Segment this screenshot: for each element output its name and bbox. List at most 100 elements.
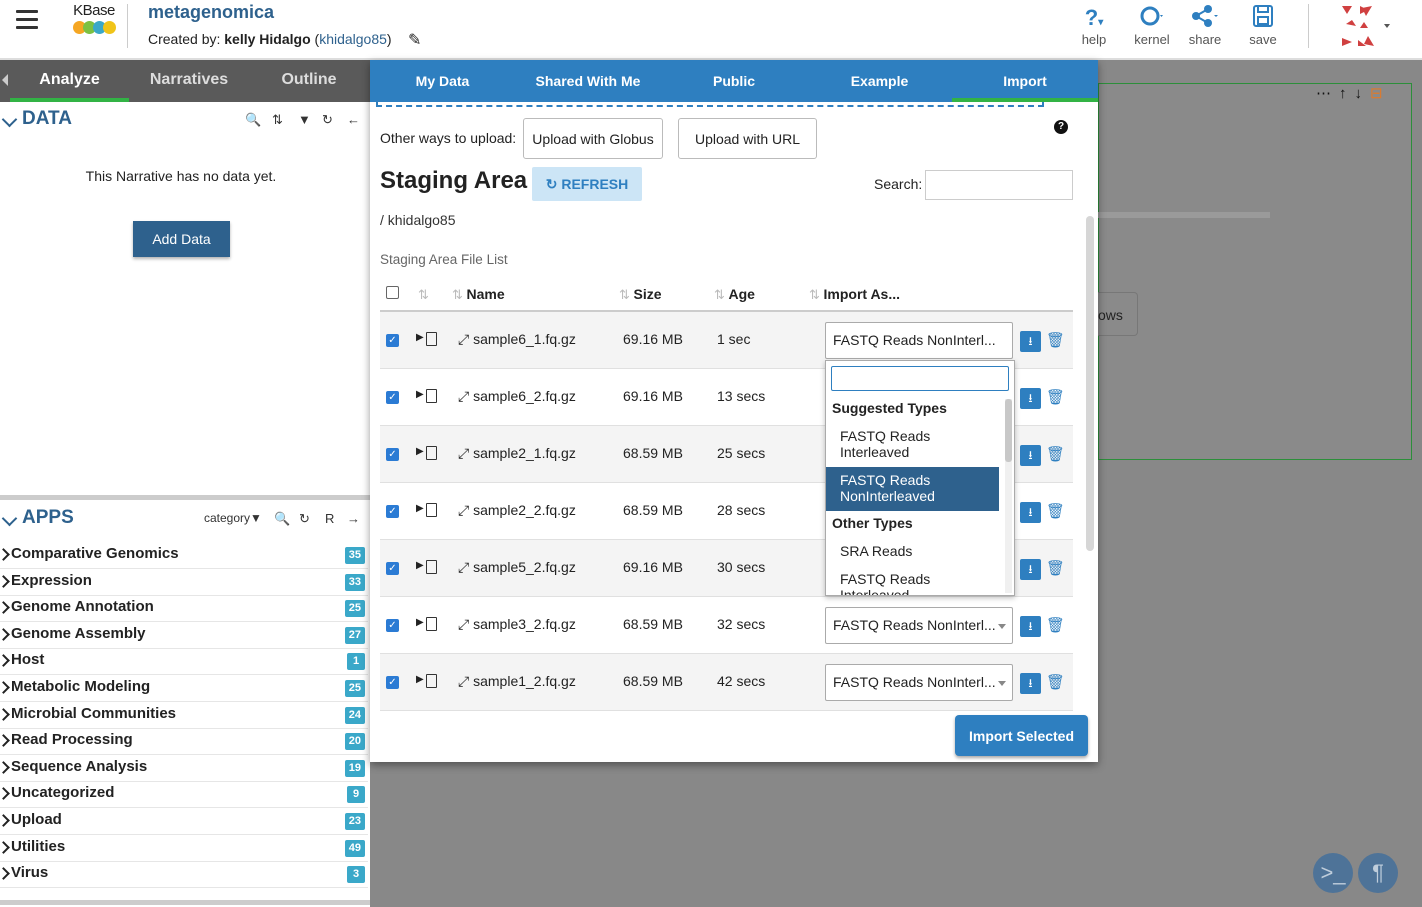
row-checkbox[interactable]: ✓ bbox=[386, 562, 399, 575]
arrow-left-icon[interactable]: ← bbox=[347, 112, 360, 127]
narrative-title[interactable]: metagenomica bbox=[148, 2, 274, 23]
arrow-right-icon[interactable]: → bbox=[347, 511, 360, 526]
import-as-select[interactable]: FASTQ Reads NonInterl... bbox=[825, 607, 1013, 644]
trash-icon[interactable]: 🗑 bbox=[1046, 673, 1065, 691]
panel-divider[interactable] bbox=[0, 495, 370, 500]
file-name[interactable]: ⤢ sample2_2.fq.gz bbox=[458, 502, 576, 519]
dropdown-search-input[interactable] bbox=[831, 366, 1009, 391]
file-name[interactable]: ⤢ sample3_2.fq.gz bbox=[458, 616, 576, 633]
column-header-import-as[interactable]: ⇅ Import As... bbox=[809, 286, 900, 303]
markdown-fab-icon[interactable]: ¶ bbox=[1358, 853, 1398, 893]
tab-shared-with-me[interactable]: Shared With Me bbox=[515, 60, 661, 102]
select-all-checkbox[interactable] bbox=[386, 286, 399, 299]
r-icon[interactable]: R bbox=[325, 511, 334, 526]
user-avatar-icon[interactable] bbox=[1338, 4, 1394, 48]
owner-user-link[interactable]: khidalgo85 bbox=[319, 31, 387, 47]
download-icon[interactable]: ⭳ bbox=[1020, 502, 1041, 523]
column-header-name[interactable]: ⇅ Name bbox=[452, 286, 505, 303]
rows-button[interactable]: ows bbox=[1098, 292, 1138, 336]
download-icon[interactable]: ⭳ bbox=[1020, 559, 1041, 580]
import-selected-button[interactable]: Import Selected bbox=[955, 715, 1088, 756]
tab-public[interactable]: Public bbox=[661, 60, 807, 102]
file-name[interactable]: ⤢ sample1_2.fq.gz bbox=[458, 673, 576, 690]
help-question-icon[interactable]: ? bbox=[1054, 120, 1068, 134]
app-category-item[interactable]: Utilities 49 bbox=[0, 835, 368, 862]
sort-icon[interactable]: ⇅ bbox=[272, 112, 283, 128]
row-checkbox[interactable]: ✓ bbox=[386, 334, 399, 347]
app-category-item[interactable]: Read Processing 20 bbox=[0, 728, 368, 756]
chevron-down-icon[interactable] bbox=[1, 111, 18, 128]
app-category-item[interactable]: Microbial Communities 24 bbox=[0, 702, 368, 729]
expand-row-icon[interactable]: ▶ bbox=[416, 332, 424, 343]
expand-row-icon[interactable]: ▶ bbox=[416, 446, 424, 457]
search-icon[interactable]: 🔍 bbox=[245, 112, 261, 128]
trash-icon[interactable]: 🗑 bbox=[1046, 502, 1065, 520]
expand-row-icon[interactable]: ▶ bbox=[416, 674, 424, 685]
tab-my-data[interactable]: My Data bbox=[370, 60, 515, 102]
help-button[interactable]: ?▾ help bbox=[1069, 4, 1119, 47]
trash-icon[interactable]: 🗑 bbox=[1046, 616, 1065, 634]
dropdown-scrollbar[interactable] bbox=[1005, 399, 1012, 593]
edit-title-pencil-icon[interactable]: ✎ bbox=[408, 30, 421, 50]
staging-search-input[interactable] bbox=[925, 170, 1073, 200]
column-header-size[interactable]: ⇅ Size bbox=[619, 286, 662, 303]
app-category-item[interactable]: Upload 23 bbox=[0, 808, 368, 835]
tab-outline[interactable]: Outline bbox=[249, 60, 369, 102]
dropdown-option[interactable]: FASTQ Reads Interleaved bbox=[826, 428, 999, 472]
trash-icon[interactable]: 🗑 bbox=[1046, 559, 1065, 577]
refresh-icon[interactable]: ↻ bbox=[299, 511, 310, 527]
row-checkbox[interactable]: ✓ bbox=[386, 505, 399, 518]
expand-row-icon[interactable]: ▶ bbox=[416, 389, 424, 400]
app-category-item[interactable]: Host 1 bbox=[0, 648, 368, 676]
app-category-item[interactable]: Comparative Genomics 35 bbox=[0, 542, 368, 569]
hamburger-menu-icon[interactable] bbox=[16, 10, 38, 30]
refresh-button[interactable]: ↻ REFRESH bbox=[532, 167, 642, 201]
import-as-select[interactable]: FASTQ Reads NonInterl... bbox=[825, 322, 1013, 359]
upload-with-globus-button[interactable]: Upload with Globus bbox=[523, 118, 663, 159]
move-up-icon[interactable]: ↑ bbox=[1339, 85, 1355, 102]
upload-with-url-button[interactable]: Upload with URL bbox=[678, 118, 817, 159]
trash-icon[interactable]: 🗑 bbox=[1046, 331, 1065, 349]
import-as-select[interactable]: FASTQ Reads NonInterl... bbox=[825, 664, 1013, 701]
app-category-item[interactable]: Sequence Analysis 19 bbox=[0, 755, 368, 782]
app-category-item[interactable]: Uncategorized 9 bbox=[0, 781, 368, 809]
row-checkbox[interactable]: ✓ bbox=[386, 676, 399, 689]
file-name[interactable]: ⤢ sample6_2.fq.gz bbox=[458, 388, 576, 405]
column-header-age[interactable]: ⇅ Age bbox=[714, 286, 755, 303]
expand-row-icon[interactable]: ▶ bbox=[416, 560, 424, 571]
kernel-button[interactable]: kernel bbox=[1127, 4, 1177, 47]
file-name[interactable]: ⤢ sample5_2.fq.gz bbox=[458, 559, 576, 576]
share-button[interactable]: share bbox=[1180, 4, 1230, 47]
category-filter[interactable]: category▼ bbox=[204, 511, 262, 525]
trash-icon[interactable]: 🗑 bbox=[1046, 388, 1065, 406]
trash-icon[interactable]: 🗑 bbox=[1046, 445, 1065, 463]
row-checkbox[interactable]: ✓ bbox=[386, 391, 399, 404]
chevron-down-icon[interactable] bbox=[1, 510, 18, 527]
save-button[interactable]: save bbox=[1238, 4, 1288, 47]
search-icon[interactable]: 🔍 bbox=[274, 511, 290, 527]
terminal-fab-icon[interactable]: >_ bbox=[1313, 853, 1353, 893]
dropdown-option[interactable]: FASTQ Reads Interleaved bbox=[826, 571, 999, 595]
more-options-icon[interactable]: ⋯ bbox=[1316, 85, 1339, 102]
tab-example[interactable]: Example bbox=[807, 60, 952, 102]
kbase-logo[interactable]: KBase bbox=[68, 2, 120, 46]
dropzone-border[interactable] bbox=[376, 102, 1044, 107]
row-checkbox[interactable]: ✓ bbox=[386, 619, 399, 632]
download-icon[interactable]: ⭳ bbox=[1020, 331, 1041, 352]
collapse-panel-icon[interactable] bbox=[2, 74, 8, 86]
tab-analyze[interactable]: Analyze bbox=[10, 60, 129, 102]
app-category-item[interactable]: Expression 33 bbox=[0, 569, 368, 596]
tab-narratives[interactable]: Narratives bbox=[129, 60, 249, 102]
filter-icon[interactable]: ▼ bbox=[298, 112, 311, 127]
app-category-item[interactable]: Metabolic Modeling 25 bbox=[0, 675, 368, 702]
move-down-icon[interactable]: ↓ bbox=[1355, 85, 1371, 102]
row-checkbox[interactable]: ✓ bbox=[386, 448, 399, 461]
download-icon[interactable]: ⭳ bbox=[1020, 673, 1041, 694]
dropdown-option-highlighted[interactable]: FASTQ Reads NonInterleaved bbox=[826, 467, 999, 511]
download-icon[interactable]: ⭳ bbox=[1020, 445, 1041, 466]
add-data-button[interactable]: Add Data bbox=[133, 221, 230, 257]
refresh-icon[interactable]: ↻ bbox=[322, 112, 333, 128]
modal-scrollbar[interactable] bbox=[1086, 216, 1094, 551]
download-icon[interactable]: ⭳ bbox=[1020, 388, 1041, 409]
app-category-item[interactable]: Genome Assembly 27 bbox=[0, 622, 368, 649]
